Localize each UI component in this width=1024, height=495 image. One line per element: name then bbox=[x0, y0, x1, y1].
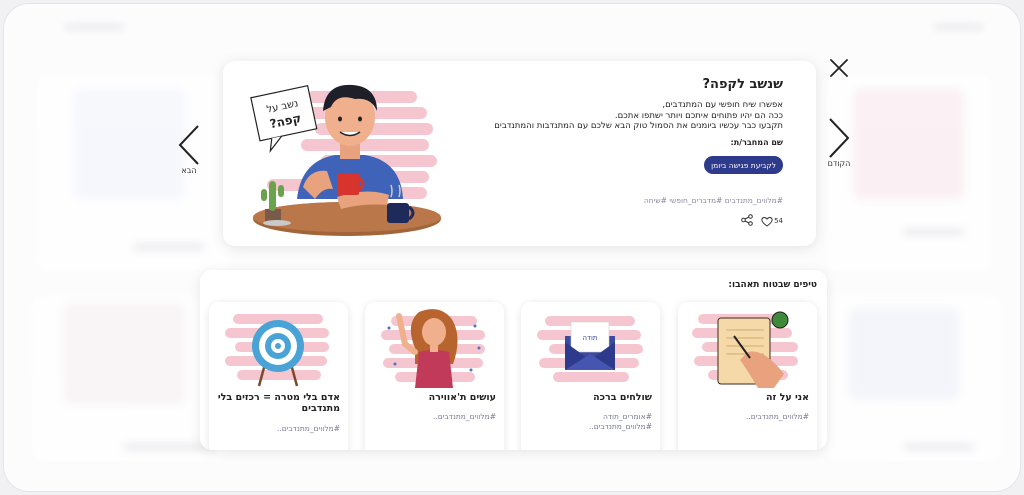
envelope-text: תודה bbox=[583, 334, 598, 342]
close-button[interactable] bbox=[827, 56, 851, 80]
speaker-label: שם המחבר/ת: bbox=[730, 138, 783, 147]
close-icon bbox=[830, 59, 848, 77]
tip-title: עושים ת'אווירה bbox=[428, 392, 496, 403]
tips-section: טיפים שבטוח תאהבו: אני על זה #מלווים_מתנ… bbox=[200, 270, 827, 450]
tip-card[interactable]: אני על זה #מלווים_מתנדבים.. bbox=[678, 302, 817, 450]
card-description: אפשרו שיח חופשי עם המתנדבים, ככה הם יהיו… bbox=[463, 100, 783, 132]
chevron-right-icon bbox=[829, 118, 850, 158]
notebook-icon bbox=[692, 311, 798, 388]
tip-title: אדם בלי מטרה = רכזים בלי מתנדבים bbox=[217, 392, 340, 414]
tip-tag: #מלווים_מתנדבים.. bbox=[276, 424, 340, 433]
main-card: שנשב לקפה? אפשרו שיח חופשי עם המתנדבים, … bbox=[223, 61, 816, 246]
tip-tags: #אומרים_תודה #מלווים_מתנדבים.. bbox=[528, 412, 652, 431]
tip-tag: #אומרים_תודה bbox=[602, 412, 652, 421]
tip-tag: #מלווים_מתנדבים.. bbox=[432, 412, 496, 421]
description-line: אפשרו שיח חופשי עם המתנדבים, bbox=[662, 100, 783, 110]
waving-woman-icon bbox=[381, 309, 485, 388]
tip-tag: #מלווים_מתנדבים.. bbox=[745, 412, 809, 421]
chevron-left-icon bbox=[178, 125, 199, 165]
tip-tags: #מלווים_מתנדבים.. bbox=[685, 412, 809, 422]
tip-title: אני על זה bbox=[765, 392, 809, 403]
tips-title: טיפים שבטוח תאהבו: bbox=[728, 280, 817, 290]
description-line: תקבעו כבר עכשיו ביומנים את הסמול טוק הבא… bbox=[494, 121, 783, 131]
next-button[interactable]: הבא bbox=[172, 124, 206, 175]
tip-tag: #מלווים_מתנדבים.. bbox=[588, 421, 652, 431]
tip-card[interactable]: תודה שולחים ברכה #אומרים_תודה #מלווים_מת… bbox=[521, 302, 660, 450]
tip-card[interactable]: עושים ת'אווירה #מלווים_מתנדבים.. bbox=[365, 302, 504, 450]
app-frame: הבא הקודם שנשב לקפה? אפשרו שיח חופשי עם … bbox=[3, 3, 1021, 492]
previous-label: הקודם bbox=[827, 159, 851, 168]
share-button[interactable] bbox=[741, 214, 753, 228]
schedule-meeting-button[interactable]: לקביעת פגישה ביומן bbox=[704, 156, 783, 174]
tip-card[interactable]: אדם בלי מטרה = רכזים בלי מתנדבים #מלווים… bbox=[209, 302, 348, 450]
tip-tags: #מלווים_מתנדבים.. bbox=[372, 412, 496, 422]
coffee-illustration: נשב על קפה? bbox=[250, 84, 441, 236]
tip-title: שולחים ברכה bbox=[593, 392, 652, 403]
card-title: שנשב לקפה? bbox=[702, 77, 783, 92]
target-icon bbox=[225, 314, 329, 387]
description-line: ככה הם יהיו פתוחים איתכם ויותר ישתפו אתכ… bbox=[614, 110, 783, 121]
card-actions: 54 bbox=[741, 214, 783, 228]
next-label: הבא bbox=[181, 166, 197, 175]
share-icon bbox=[741, 214, 753, 226]
previous-button[interactable]: הקודם bbox=[822, 117, 856, 168]
envelope-icon: תודה bbox=[537, 316, 643, 382]
like-count: 54 bbox=[774, 217, 783, 225]
card-tags[interactable]: #מלווים_מתנדבים #מדברים_חופשי #שיחה bbox=[644, 196, 783, 205]
heart-icon bbox=[761, 216, 773, 227]
like-button[interactable]: 54 bbox=[761, 216, 783, 227]
tip-tags: #מלווים_מתנדבים.. bbox=[216, 424, 340, 434]
